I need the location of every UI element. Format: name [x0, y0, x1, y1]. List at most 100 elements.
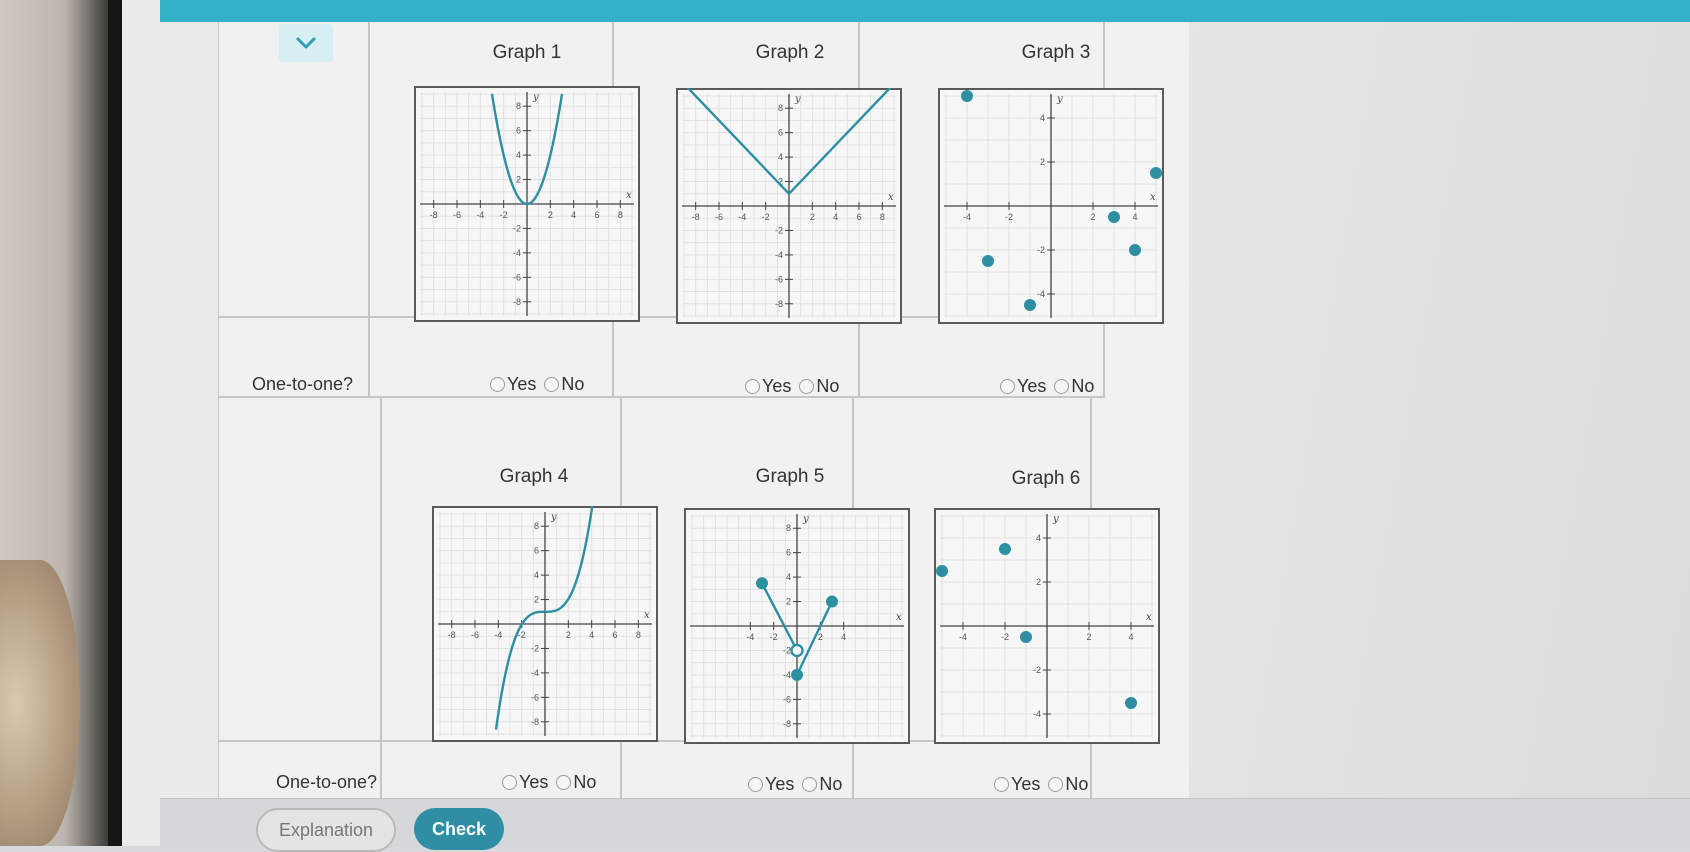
- y-tick-label: -4: [775, 250, 783, 260]
- x-tick-label: 8: [618, 210, 623, 220]
- y-tick-label: -6: [775, 274, 783, 284]
- data-point: [1129, 244, 1141, 256]
- data-point: [1150, 167, 1162, 179]
- no-option-3[interactable]: No: [1054, 376, 1094, 397]
- choices-graph-6: Yes No: [994, 774, 1094, 795]
- no-label: No: [819, 774, 843, 794]
- graph-svg: x y -4 -2 2 4 8 6 4 2 -2 -4 -6 -8: [684, 508, 910, 744]
- yes-option-6[interactable]: Yes: [994, 774, 1040, 795]
- yes-option-2[interactable]: Yes: [745, 376, 791, 397]
- chevron-down-icon: [296, 37, 316, 49]
- check-button[interactable]: Check: [414, 808, 504, 850]
- graph-5-title: Graph 5: [755, 466, 825, 487]
- y-tick-label: -2: [513, 223, 521, 233]
- x-tick-label: -4: [494, 630, 502, 640]
- explanation-button[interactable]: Explanation: [256, 808, 396, 852]
- x-axis-label: x: [1146, 612, 1152, 623]
- graph-svg: x y -4 -2 2 4 4 2 -2 -4: [934, 508, 1160, 744]
- graph-4: x y -8 -6 -4 -2 2 4 6 8 8 6 4 2 -2 -4 -6 -8: [432, 506, 658, 742]
- x-axis-label: x: [1150, 192, 1156, 203]
- y-axis-label: y: [802, 514, 809, 525]
- yes-label: Yes: [507, 374, 537, 394]
- radio-button[interactable]: [502, 775, 517, 790]
- y-tick-label: 8: [516, 101, 521, 111]
- y-tick-label: -4: [1037, 289, 1045, 299]
- y-tick-label: 6: [516, 126, 521, 136]
- radio-button[interactable]: [1054, 379, 1070, 394]
- radio-button[interactable]: [490, 377, 505, 392]
- x-tick-label: 4: [1132, 212, 1137, 222]
- no-label: No: [573, 772, 597, 792]
- y-tick-label: 4: [534, 570, 539, 580]
- radio-button[interactable]: [556, 775, 572, 790]
- x-axis-label: x: [644, 610, 650, 621]
- x-tick-label: 2: [1086, 632, 1091, 642]
- radio-button[interactable]: [1000, 379, 1015, 394]
- x-tick-label: -4: [746, 632, 754, 642]
- choices-graph-4: Yes No: [502, 772, 602, 793]
- no-option-1[interactable]: No: [544, 374, 584, 395]
- closed-point: [826, 595, 838, 608]
- y-tick-label: -2: [1037, 245, 1045, 255]
- y-tick-label: -2: [783, 645, 791, 655]
- y-tick-label: -8: [783, 719, 791, 729]
- x-tick-label: -4: [963, 212, 971, 222]
- no-option-5[interactable]: No: [802, 774, 842, 795]
- data-point: [1125, 697, 1137, 709]
- x-tick-label: 8: [880, 212, 885, 222]
- y-tick-label: -8: [513, 297, 521, 307]
- radio-button[interactable]: [799, 379, 815, 394]
- x-tick-label: 8: [636, 630, 641, 640]
- data-point: [999, 543, 1011, 555]
- x-tick-label: -8: [448, 630, 456, 640]
- y-axis-label: y: [1056, 94, 1063, 105]
- grid-divider: [380, 398, 382, 798]
- radio-button[interactable]: [802, 777, 818, 792]
- y-tick-label: 2: [1036, 577, 1041, 587]
- graph-2: x y -8 -6 -4 -2 2 4 6 8 8 6 4 2 -2 -4 -6 -8: [676, 88, 902, 324]
- x-tick-label: 2: [810, 212, 815, 222]
- y-tick-label: 8: [534, 521, 539, 531]
- graph-3-title: Graph 3: [1021, 42, 1091, 63]
- radio-button[interactable]: [745, 379, 760, 394]
- no-option-2[interactable]: No: [799, 376, 839, 397]
- row-label-1: One-to-one?: [252, 374, 354, 394]
- graph-svg: xy-8 -6 -4 -2 2 4 6 88642-2-4-6-8: [432, 506, 658, 742]
- graph-6: x y -4 -2 2 4 4 2 -2 -4: [934, 508, 1160, 744]
- x-tick-label: 4: [841, 632, 846, 642]
- collapse-button[interactable]: [279, 24, 333, 62]
- choices-graph-1: Yes No: [490, 374, 590, 395]
- x-tick-label: 2: [818, 632, 823, 642]
- no-option-6[interactable]: No: [1048, 774, 1088, 795]
- y-tick-label: 8: [786, 523, 791, 533]
- no-option-4[interactable]: No: [556, 772, 596, 793]
- yes-option-5[interactable]: Yes: [748, 774, 794, 795]
- x-axis-label: x: [896, 612, 902, 623]
- y-tick-label: -2: [531, 643, 539, 653]
- y-axis-label: y: [532, 92, 539, 103]
- y-tick-label: -4: [513, 248, 521, 258]
- x-tick-label: -6: [453, 210, 461, 220]
- yes-label: Yes: [1011, 774, 1041, 794]
- y-tick-label: 6: [786, 548, 791, 558]
- yes-option-3[interactable]: Yes: [1000, 376, 1046, 397]
- x-tick-label: -4: [476, 210, 484, 220]
- x-tick-label: 6: [594, 210, 599, 220]
- graph-1-title: Graph 1: [492, 42, 562, 63]
- data-point: [1024, 299, 1036, 311]
- no-label: No: [1065, 774, 1089, 794]
- yes-option-1[interactable]: Yes: [490, 374, 536, 395]
- radio-button[interactable]: [994, 777, 1009, 792]
- closed-point: [791, 668, 803, 681]
- top-bar: [160, 0, 1690, 22]
- radio-button[interactable]: [748, 777, 763, 792]
- y-tick-label: 6: [778, 128, 783, 138]
- y-tick-label: 2: [786, 597, 791, 607]
- radio-button[interactable]: [544, 377, 560, 392]
- y-tick-label: -8: [775, 299, 783, 309]
- yes-label: Yes: [519, 772, 549, 792]
- choices-graph-2: Yes No: [745, 376, 845, 397]
- radio-button[interactable]: [1048, 777, 1064, 792]
- x-tick-label: -2: [762, 212, 770, 222]
- yes-option-4[interactable]: Yes: [502, 772, 548, 793]
